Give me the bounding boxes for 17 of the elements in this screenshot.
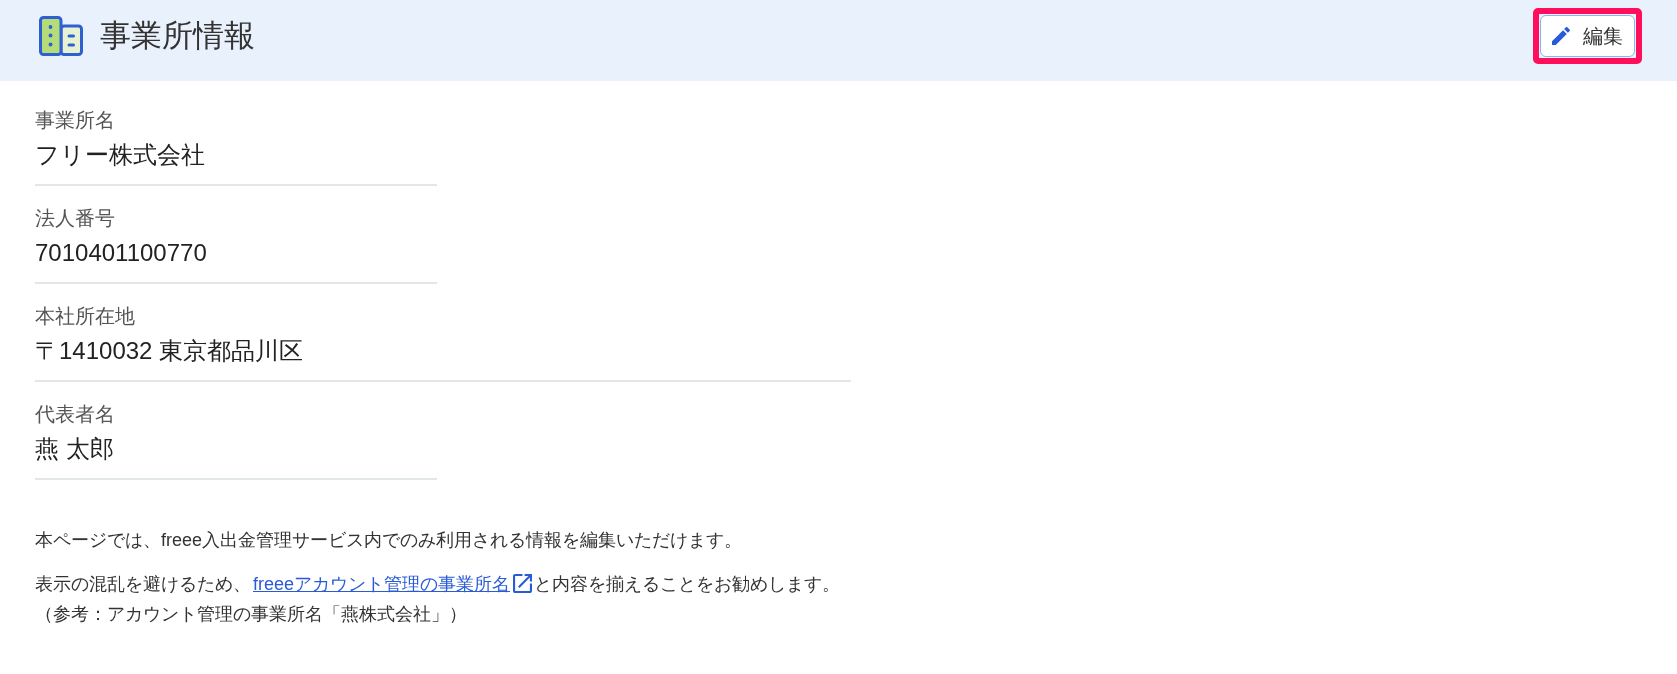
field-value: フリー株式会社 — [35, 140, 206, 170]
note-text: （参考：アカウント管理の事業所名「燕株式会社」） — [35, 603, 468, 626]
building-icon — [39, 16, 83, 56]
field-value: 〒1410032 東京都品川区 — [35, 336, 305, 366]
account-settings-link[interactable]: freeeアカウント管理の事業所名 — [253, 574, 533, 594]
field-label: 法人番号 — [35, 206, 116, 231]
edit-button[interactable]: 編集 — [1540, 15, 1635, 57]
field-label: 事業所名 — [35, 108, 116, 133]
note-text: 本ページでは、freee入出金管理サービス内でのみ利用される情報を編集いただけます。 — [35, 529, 744, 552]
field-value: 7010401100770 — [35, 238, 208, 268]
field-value: 燕 太郎 — [35, 434, 115, 464]
pencil-icon — [1552, 27, 1570, 45]
note-text: 表示の混乱を避けるため、freeeアカウント管理の事業所名 と内容を揃えることをお勧めします。 — [35, 573, 842, 596]
field-label: 代表者名 — [35, 402, 116, 427]
page-title: 事業所情報 — [100, 17, 255, 55]
field-label: 本社所在地 — [35, 304, 136, 329]
external-link-icon — [513, 574, 533, 593]
